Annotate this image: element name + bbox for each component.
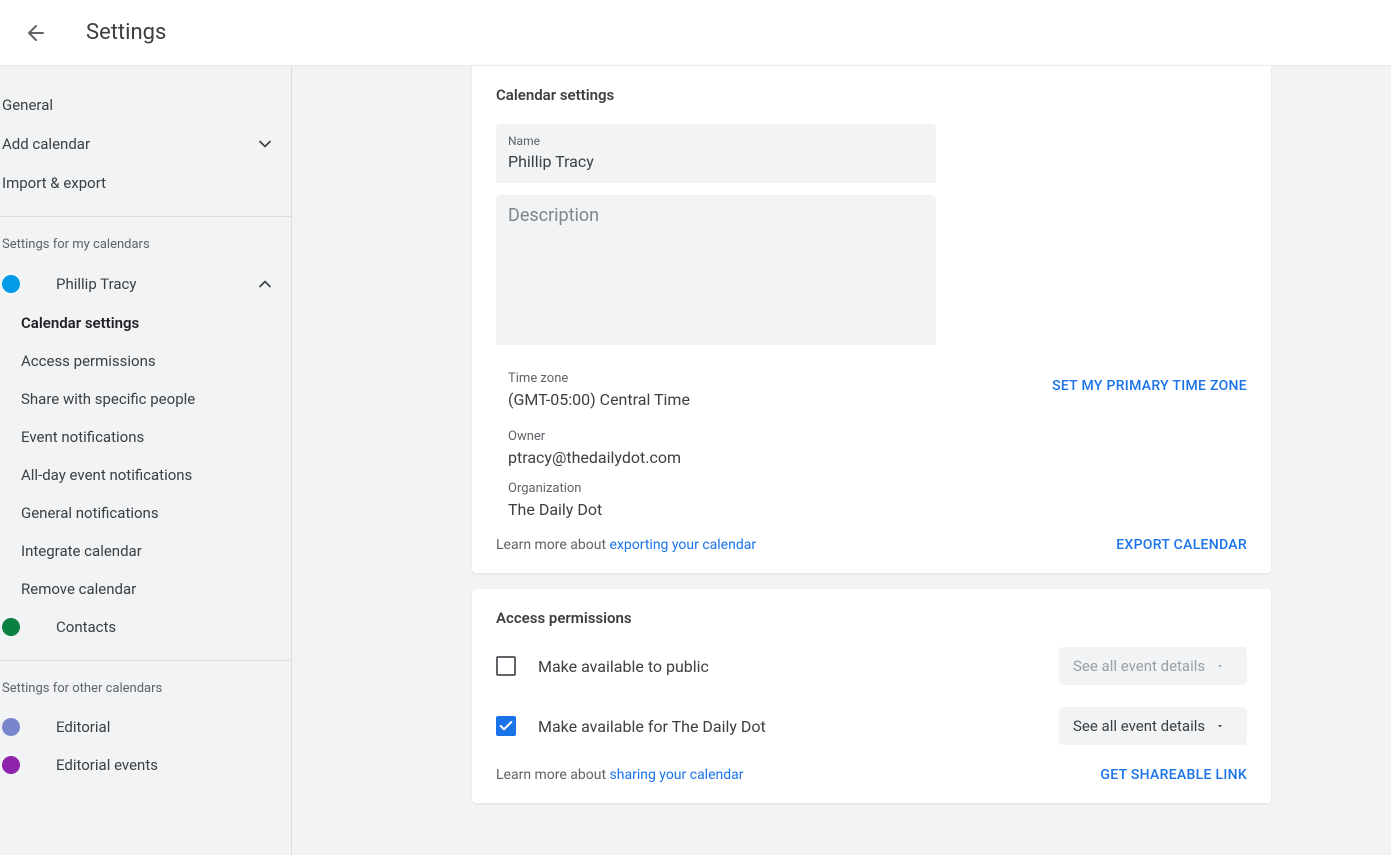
sidebar-section-my-calendars: Settings for my calendars bbox=[0, 231, 291, 264]
sidebar-sub-remove[interactable]: Remove calendar bbox=[0, 570, 291, 608]
dropdown-value: See all event details bbox=[1073, 717, 1205, 735]
calendar-name: Editorial events bbox=[56, 756, 158, 774]
calendar-name: Contacts bbox=[56, 618, 116, 636]
divider bbox=[0, 660, 291, 661]
sidebar-item-general[interactable]: General bbox=[0, 86, 291, 124]
chevron-down-icon bbox=[255, 134, 275, 154]
description-field[interactable]: Description bbox=[496, 195, 936, 345]
check-icon bbox=[498, 718, 514, 734]
owner-value: ptracy@thedailydot.com bbox=[508, 448, 1247, 467]
arrow-left-icon bbox=[24, 21, 48, 45]
header: Settings bbox=[0, 0, 1391, 66]
sidebar-sub-calendar-settings[interactable]: Calendar settings bbox=[0, 304, 291, 342]
field-label: Description bbox=[508, 205, 924, 226]
learn-more-text: Learn more about sharing your calendar bbox=[496, 767, 744, 783]
sidebar-sub-event-notifications[interactable]: Event notifications bbox=[0, 418, 291, 456]
caret-down-icon bbox=[1215, 717, 1225, 735]
timezone-value: (GMT-05:00) Central Time bbox=[508, 390, 690, 409]
sidebar-item-label: Import & export bbox=[2, 174, 106, 192]
back-button[interactable] bbox=[24, 21, 48, 45]
sidebar-sub-integrate[interactable]: Integrate calendar bbox=[0, 532, 291, 570]
public-visibility-dropdown[interactable]: See all event details bbox=[1059, 647, 1247, 685]
sidebar-calendar-editorial-events[interactable]: Editorial events bbox=[0, 746, 291, 784]
caret-down-icon bbox=[1215, 657, 1225, 675]
calendar-name: Phillip Tracy bbox=[56, 275, 136, 293]
calendar-color-dot bbox=[2, 275, 20, 293]
card-title: Access permissions bbox=[496, 609, 1247, 627]
sidebar: General Add calendar Import & export Set… bbox=[0, 66, 292, 855]
access-permissions-card: Access permissions Make available to pub… bbox=[472, 589, 1271, 803]
calendar-settings-card: Calendar settings Name Phillip Tracy Des… bbox=[472, 66, 1271, 573]
sidebar-sub-allday-notifications[interactable]: All-day event notifications bbox=[0, 456, 291, 494]
calendar-color-dot bbox=[2, 618, 20, 636]
chevron-up-icon bbox=[255, 274, 275, 294]
org-visibility-dropdown[interactable]: See all event details bbox=[1059, 707, 1247, 745]
card-title: Calendar settings bbox=[496, 86, 1247, 104]
sidebar-item-add-calendar[interactable]: Add calendar bbox=[0, 124, 291, 164]
sidebar-sub-share-people[interactable]: Share with specific people bbox=[0, 380, 291, 418]
field-value: Phillip Tracy bbox=[508, 152, 924, 171]
sidebar-section-other-calendars: Settings for other calendars bbox=[0, 675, 291, 708]
sidebar-sub-general-notifications[interactable]: General notifications bbox=[0, 494, 291, 532]
sharing-calendar-link[interactable]: sharing your calendar bbox=[610, 767, 744, 783]
sidebar-calendar-phillip-tracy[interactable]: Phillip Tracy bbox=[0, 264, 291, 304]
set-primary-timezone-button[interactable]: SET MY PRIMARY TIME ZONE bbox=[1052, 378, 1247, 394]
public-checkbox[interactable] bbox=[496, 656, 516, 676]
sidebar-item-label: General bbox=[2, 96, 53, 114]
get-shareable-link-button[interactable]: GET SHAREABLE LINK bbox=[1100, 767, 1247, 783]
sidebar-item-label: Add calendar bbox=[2, 135, 90, 153]
page-title: Settings bbox=[86, 20, 166, 45]
sidebar-calendar-editorial[interactable]: Editorial bbox=[0, 708, 291, 746]
organization-value: The Daily Dot bbox=[508, 500, 1247, 519]
calendar-color-dot bbox=[2, 756, 20, 774]
dropdown-value: See all event details bbox=[1073, 657, 1205, 675]
calendar-name: Editorial bbox=[56, 718, 110, 736]
sidebar-item-import-export[interactable]: Import & export bbox=[0, 164, 291, 202]
organization-label: Organization bbox=[508, 481, 1247, 496]
divider bbox=[0, 216, 291, 217]
field-label: Name bbox=[508, 134, 924, 148]
org-checkbox-label: Make available for The Daily Dot bbox=[538, 717, 766, 736]
public-checkbox-label: Make available to public bbox=[538, 657, 709, 676]
learn-more-text: Learn more about exporting your calendar bbox=[496, 537, 756, 553]
name-field[interactable]: Name Phillip Tracy bbox=[496, 124, 936, 183]
calendar-color-dot bbox=[2, 718, 20, 736]
main-content: Calendar settings Name Phillip Tracy Des… bbox=[292, 66, 1391, 855]
export-calendar-button[interactable]: EXPORT CALENDAR bbox=[1116, 537, 1247, 553]
org-checkbox[interactable] bbox=[496, 716, 516, 736]
timezone-label: Time zone bbox=[508, 371, 690, 386]
owner-label: Owner bbox=[508, 429, 1247, 444]
sidebar-sub-access-permissions[interactable]: Access permissions bbox=[0, 342, 291, 380]
sidebar-calendar-contacts[interactable]: Contacts bbox=[0, 608, 291, 646]
export-calendar-link[interactable]: exporting your calendar bbox=[610, 537, 757, 553]
